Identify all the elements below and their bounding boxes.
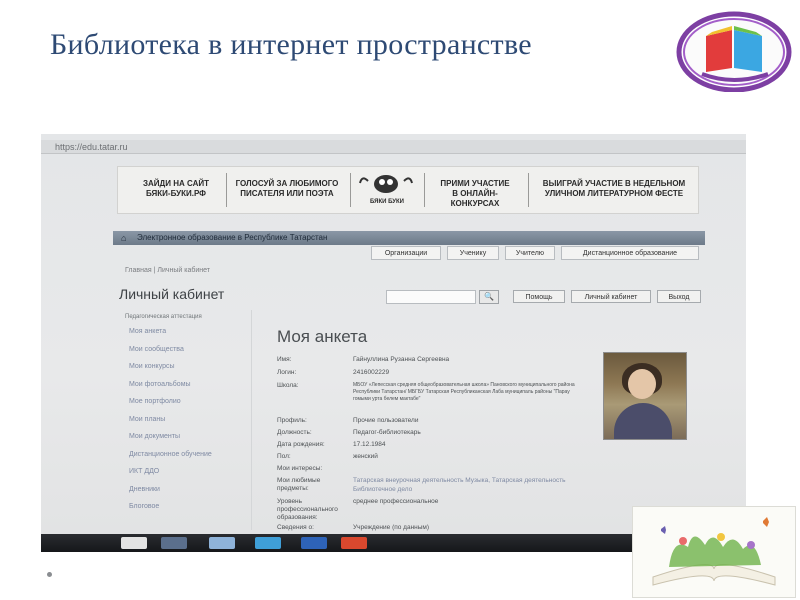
taskbar-app-icon[interactable] <box>121 537 147 549</box>
banner-item-site[interactable]: ЗАЙДИ НА САЙТ БЯКИ-БУКИ.РФ <box>136 179 216 199</box>
field-label-gender: Пол: <box>277 453 291 460</box>
field-value-login: 2416002229 <box>353 369 390 376</box>
banner-item-contests[interactable]: ПРИМИ УЧАСТИЕ В ОНЛАЙН-КОНКУРСАХ <box>430 179 520 209</box>
page-title: Личный кабинет <box>119 286 225 302</box>
tab-organizations[interactable]: Организации <box>371 246 441 260</box>
field-label-subjects: Мои любимые предметы: <box>277 477 321 492</box>
sidebar-item-documents[interactable]: Мои документы <box>125 433 237 451</box>
sidebar-item-blogs[interactable]: Блоговое <box>125 503 237 521</box>
tab-distance-learning[interactable]: Дистанционное образование <box>561 246 699 260</box>
tab-teacher[interactable]: Учителю <box>505 246 555 260</box>
banner-item-vote[interactable]: ГОЛОСУЙ ЗА ЛЮБИМОГО ПИСАТЕЛЯ ИЛИ ПОЭТА <box>232 179 342 199</box>
open-book-illustration <box>632 506 796 598</box>
field-label-position: Должность: <box>277 429 312 436</box>
field-label-interests: Мои интересы: <box>277 465 323 472</box>
sidebar-item-ict[interactable]: ИКТ ДДО <box>125 468 237 486</box>
taskbar-app-icon[interactable] <box>161 537 187 549</box>
sidebar-item-communities[interactable]: Мои сообщества <box>125 346 237 364</box>
sidebar-item-portfolio[interactable]: Мое портфолио <box>125 398 237 416</box>
tab-student[interactable]: Ученику <box>447 246 499 260</box>
field-label-info: Сведения о: <box>277 524 314 531</box>
byaki-buki-logo-icon <box>359 175 413 193</box>
field-value-name: Гайнуллина Рузанна Сергеевна <box>353 356 450 363</box>
address-bar[interactable]: https://edu.tatar.ru <box>41 140 746 154</box>
field-value-school: МБОУ «Лепесская средняя общеобразователь… <box>353 382 575 402</box>
divider <box>251 310 252 530</box>
field-value-gender: женский <box>353 453 378 460</box>
sidebar-item-profile[interactable]: Моя анкета <box>125 328 237 346</box>
logout-button[interactable]: Выход <box>657 290 701 303</box>
banner-item-festival[interactable]: ВЫИГРАЙ УЧАСТИЕ В НЕДЕЛЬНОМ УЛИЧНОМ ЛИТЕР… <box>534 179 694 199</box>
sidebar-item-contests[interactable]: Мои конкурсы <box>125 363 237 381</box>
sidebar-item-distance-learning[interactable]: Дистанционное обучение <box>125 451 237 469</box>
field-value-profile: Прочие пользователи <box>353 417 419 424</box>
taskbar-app-icon[interactable] <box>209 537 235 549</box>
field-label-login: Логин: <box>277 369 297 376</box>
bullet-point <box>47 572 52 577</box>
portal-navbar: ⌂ Электронное образование в Республике Т… <box>113 231 705 245</box>
taskbar-skype-icon[interactable] <box>255 537 281 549</box>
taskbar-word-icon[interactable] <box>301 537 327 549</box>
field-label-education: Уровень профессионального образования: <box>277 498 338 521</box>
slide-title: Библиотека в интернет пространстве <box>50 28 532 61</box>
field-value-education: среднее профессиональное <box>353 498 439 505</box>
taskbar-powerpoint-icon[interactable] <box>341 537 367 549</box>
field-label-school: Школа: <box>277 382 299 389</box>
sidebar-heading[interactable]: Педагогическая аттестация <box>125 314 237 328</box>
sidebar-item-plans[interactable]: Мои планы <box>125 416 237 434</box>
avatar <box>603 352 687 440</box>
book-logo-icon <box>676 11 792 92</box>
field-value-birthdate: 17.12.1984 <box>353 441 386 448</box>
browser-screenshot-photo: https://edu.tatar.ru ЗАЙДИ НА САЙТ БЯКИ-Б… <box>41 134 746 552</box>
field-value-position: Педагог-библиотекарь <box>353 429 421 436</box>
field-label-birthdate: Дата рождения: <box>277 441 325 448</box>
field-label-name: Имя: <box>277 356 292 363</box>
profile-title: Моя анкета <box>277 327 368 346</box>
sidebar-item-photo-albums[interactable]: Мои фотоальбомы <box>125 381 237 399</box>
search-input[interactable] <box>386 290 476 304</box>
search-icon[interactable]: 🔍 <box>479 290 499 304</box>
field-value-subjects[interactable]: Татарская внеурочная деятельность Музыка… <box>353 477 575 494</box>
sidebar: Педагогическая аттестация Моя анкета Мои… <box>125 314 237 521</box>
home-icon[interactable]: ⌂ <box>121 233 131 243</box>
help-button[interactable]: Помощь <box>513 290 565 303</box>
portal-title[interactable]: Электронное образование в Республике Тат… <box>137 233 327 242</box>
field-value-info: Учреждение (по данным) <box>353 524 430 531</box>
sidebar-item-diaries[interactable]: Дневники <box>125 486 237 504</box>
promo-banner[interactable]: ЗАЙДИ НА САЙТ БЯКИ-БУКИ.РФ ГОЛОСУЙ ЗА ЛЮБ… <box>117 166 699 214</box>
field-label-profile: Профиль: <box>277 417 307 424</box>
personal-cabinet-button[interactable]: Личный кабинет <box>571 290 651 303</box>
banner-logo-text: БЯКИ БУКИ <box>370 199 404 205</box>
breadcrumb[interactable]: Главная | Личный кабинет <box>125 267 210 274</box>
